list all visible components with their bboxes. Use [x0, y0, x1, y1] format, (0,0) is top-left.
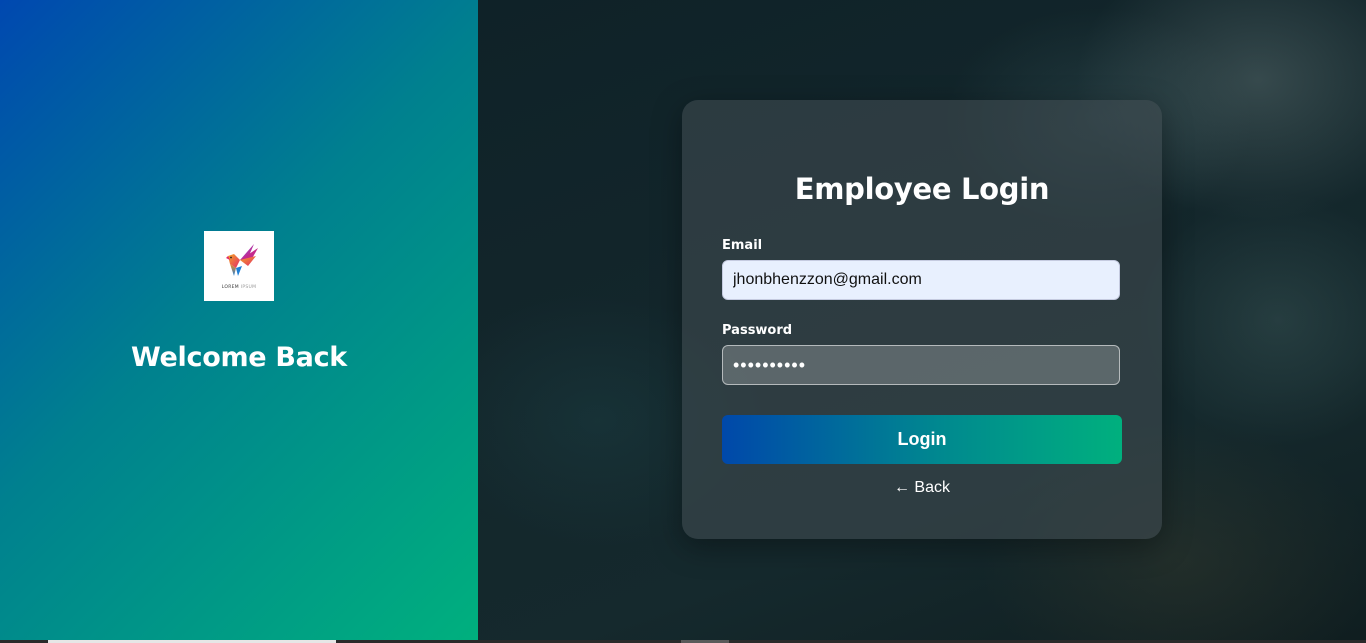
login-card: Employee Login Email Password Login ← Ba…	[682, 100, 1162, 539]
password-label: Password	[722, 323, 793, 338]
logo-wordmark: LOREM IPSUM	[222, 285, 257, 290]
logo-text-light: IPSUM	[240, 285, 257, 290]
login-panel: Employee Login Email Password Login ← Ba…	[478, 0, 1366, 640]
welcome-heading: Welcome Back	[131, 342, 347, 373]
back-link[interactable]: ← Back	[682, 479, 1162, 497]
login-button[interactable]: Login	[722, 415, 1122, 464]
email-input[interactable]	[722, 260, 1120, 300]
bird-logo-icon	[226, 244, 258, 276]
company-logo: LOREM IPSUM	[204, 231, 274, 301]
welcome-panel: LOREM IPSUM Welcome Back	[0, 0, 478, 640]
login-page: LOREM IPSUM Welcome Back Employee Login …	[0, 0, 1366, 643]
logo-text-bold: LOREM	[221, 285, 239, 290]
email-label: Email	[722, 238, 763, 253]
login-title: Employee Login	[794, 172, 1050, 206]
password-input[interactable]	[722, 345, 1120, 385]
